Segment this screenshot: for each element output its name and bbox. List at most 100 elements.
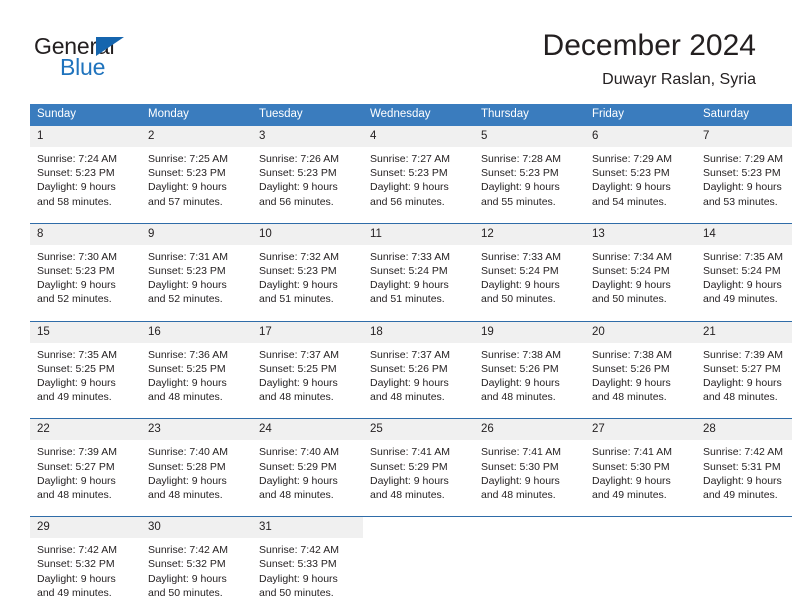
daylight-text-line2: and 49 minutes. <box>592 489 667 502</box>
daylight-text-line2: and 48 minutes. <box>37 489 112 502</box>
day-number: 7 <box>696 126 792 147</box>
day-details: Sunrise: 7:26 AM Sunset: 5:23 PM Dayligh… <box>252 147 363 223</box>
day-cell[interactable]: 1 Sunrise: 7:24 AM Sunset: 5:23 PM Dayli… <box>30 126 141 223</box>
sunset-text: Sunset: 5:23 PM <box>148 265 226 278</box>
sunset-text: Sunset: 5:23 PM <box>703 167 781 180</box>
sunrise-text: Sunrise: 7:33 AM <box>481 250 561 263</box>
day-details: Sunrise: 7:35 AM Sunset: 5:25 PM Dayligh… <box>30 342 141 419</box>
sunrise-text: Sunrise: 7:42 AM <box>259 544 339 557</box>
daylight-text-line1: Daylight: 9 hours <box>259 181 338 194</box>
day-details: Sunrise: 7:40 AM Sunset: 5:29 PM Dayligh… <box>252 440 363 517</box>
day-cell[interactable]: 18 Sunrise: 7:37 AM Sunset: 5:26 PM Dayl… <box>363 320 474 419</box>
sunset-text: Sunset: 5:30 PM <box>592 460 670 473</box>
day-number: 8 <box>30 223 141 245</box>
daylight-text-line2: and 49 minutes. <box>703 489 778 502</box>
day-cell[interactable]: 10 Sunrise: 7:32 AM Sunset: 5:23 PM Dayl… <box>252 222 363 322</box>
sunrise-text: Sunrise: 7:29 AM <box>592 153 672 165</box>
day-cell[interactable]: 21 Sunrise: 7:39 AM Sunset: 5:27 PM Dayl… <box>696 320 792 419</box>
day-cell[interactable]: 29 Sunrise: 7:42 AM Sunset: 5:32 PM Dayl… <box>30 516 141 614</box>
title-block: December 2024 Duwayr Raslan, Syria <box>543 28 756 91</box>
day-cell[interactable]: 8 Sunrise: 7:30 AM Sunset: 5:23 PM Dayli… <box>30 222 141 322</box>
day-number: 24 <box>252 419 363 441</box>
day-cell[interactable]: 12 Sunrise: 7:33 AM Sunset: 5:24 PM Dayl… <box>474 222 585 322</box>
day-number <box>585 517 696 539</box>
daylight-text-line2: and 50 minutes. <box>592 293 667 306</box>
day-cell[interactable]: 2 Sunrise: 7:25 AM Sunset: 5:23 PM Dayli… <box>141 126 252 223</box>
sunset-text: Sunset: 5:29 PM <box>370 460 448 473</box>
day-cell[interactable]: 20 Sunrise: 7:38 AM Sunset: 5:26 PM Dayl… <box>585 320 696 419</box>
daylight-text-line1: Daylight: 9 hours <box>148 377 227 390</box>
day-details: Sunrise: 7:28 AM Sunset: 5:23 PM Dayligh… <box>474 147 585 223</box>
sunrise-text: Sunrise: 7:41 AM <box>481 446 561 459</box>
day-cell[interactable]: 28 Sunrise: 7:42 AM Sunset: 5:31 PM Dayl… <box>696 418 792 517</box>
day-cell[interactable]: 16 Sunrise: 7:36 AM Sunset: 5:25 PM Dayl… <box>141 320 252 419</box>
weekday-header-friday: Friday <box>585 104 696 126</box>
sunset-text: Sunset: 5:32 PM <box>148 558 226 571</box>
day-details: Sunrise: 7:41 AM Sunset: 5:30 PM Dayligh… <box>474 440 585 517</box>
day-cell[interactable]: 23 Sunrise: 7:40 AM Sunset: 5:28 PM Dayl… <box>141 418 252 517</box>
weekday-header-monday: Monday <box>141 104 252 126</box>
day-cell[interactable]: 9 Sunrise: 7:31 AM Sunset: 5:23 PM Dayli… <box>141 222 252 322</box>
day-details: Sunrise: 7:37 AM Sunset: 5:25 PM Dayligh… <box>252 342 363 419</box>
day-cell[interactable]: 14 Sunrise: 7:35 AM Sunset: 5:24 PM Dayl… <box>696 222 792 322</box>
sunset-text: Sunset: 5:24 PM <box>370 265 448 278</box>
day-number: 16 <box>141 321 252 343</box>
sunrise-text: Sunrise: 7:27 AM <box>370 153 450 165</box>
day-cell[interactable]: 30 Sunrise: 7:42 AM Sunset: 5:32 PM Dayl… <box>141 516 252 614</box>
daylight-text-line1: Daylight: 9 hours <box>481 377 560 390</box>
sunset-text: Sunset: 5:29 PM <box>259 460 337 473</box>
day-cell[interactable]: 17 Sunrise: 7:37 AM Sunset: 5:25 PM Dayl… <box>252 320 363 419</box>
sunrise-text: Sunrise: 7:28 AM <box>481 153 561 165</box>
day-cell[interactable]: 26 Sunrise: 7:41 AM Sunset: 5:30 PM Dayl… <box>474 418 585 517</box>
daylight-text-line1: Daylight: 9 hours <box>703 279 782 292</box>
day-details: Sunrise: 7:30 AM Sunset: 5:23 PM Dayligh… <box>30 244 141 321</box>
sunset-text: Sunset: 5:32 PM <box>37 558 115 571</box>
day-cell[interactable]: 3 Sunrise: 7:26 AM Sunset: 5:23 PM Dayli… <box>252 126 363 223</box>
day-cell[interactable]: 31 Sunrise: 7:42 AM Sunset: 5:33 PM Dayl… <box>252 516 363 614</box>
day-details <box>585 538 696 597</box>
daylight-text-line1: Daylight: 9 hours <box>703 181 782 194</box>
daylight-text-line1: Daylight: 9 hours <box>592 377 671 390</box>
daylight-text-line1: Daylight: 9 hours <box>37 181 116 194</box>
day-cell[interactable]: 24 Sunrise: 7:40 AM Sunset: 5:29 PM Dayl… <box>252 418 363 517</box>
sunrise-text: Sunrise: 7:42 AM <box>148 544 228 557</box>
week-row: 15 Sunrise: 7:35 AM Sunset: 5:25 PM Dayl… <box>30 320 792 419</box>
general-blue-logo: General Blue <box>34 33 164 85</box>
day-cell[interactable]: 5 Sunrise: 7:28 AM Sunset: 5:23 PM Dayli… <box>474 126 585 223</box>
sunset-text: Sunset: 5:25 PM <box>148 362 226 375</box>
day-number: 2 <box>141 126 252 147</box>
day-number: 30 <box>141 517 252 539</box>
day-details <box>363 538 474 597</box>
sunrise-text: Sunrise: 7:24 AM <box>37 153 117 165</box>
daylight-text-line2: and 56 minutes. <box>259 195 334 208</box>
daylight-text-line2: and 48 minutes. <box>259 489 334 502</box>
day-cell[interactable]: 19 Sunrise: 7:38 AM Sunset: 5:26 PM Dayl… <box>474 320 585 419</box>
daylight-text-line1: Daylight: 9 hours <box>370 377 449 390</box>
daylight-text-line2: and 50 minutes. <box>148 586 223 599</box>
day-cell[interactable]: 11 Sunrise: 7:33 AM Sunset: 5:24 PM Dayl… <box>363 222 474 322</box>
day-number <box>696 517 792 539</box>
day-cell[interactable]: 13 Sunrise: 7:34 AM Sunset: 5:24 PM Dayl… <box>585 222 696 322</box>
day-cell[interactable]: 6 Sunrise: 7:29 AM Sunset: 5:23 PM Dayli… <box>585 126 696 223</box>
day-cell[interactable]: 25 Sunrise: 7:41 AM Sunset: 5:29 PM Dayl… <box>363 418 474 517</box>
day-number: 22 <box>30 419 141 441</box>
page-header: General Blue December 2024 Duwayr Raslan… <box>0 0 792 100</box>
sunrise-text: Sunrise: 7:41 AM <box>592 446 672 459</box>
day-cell[interactable]: 7 Sunrise: 7:29 AM Sunset: 5:23 PM Dayli… <box>696 126 792 223</box>
day-cell[interactable]: 15 Sunrise: 7:35 AM Sunset: 5:25 PM Dayl… <box>30 320 141 419</box>
day-cell[interactable]: 27 Sunrise: 7:41 AM Sunset: 5:30 PM Dayl… <box>585 418 696 517</box>
daylight-text-line1: Daylight: 9 hours <box>37 377 116 390</box>
day-cell-empty <box>474 516 585 614</box>
day-cell[interactable]: 4 Sunrise: 7:27 AM Sunset: 5:23 PM Dayli… <box>363 126 474 223</box>
day-details: Sunrise: 7:42 AM Sunset: 5:31 PM Dayligh… <box>696 440 792 517</box>
daylight-text-line2: and 58 minutes. <box>37 195 112 208</box>
daylight-text-line2: and 48 minutes. <box>259 391 334 404</box>
daylight-text-line2: and 54 minutes. <box>592 195 667 208</box>
daylight-text-line2: and 50 minutes. <box>259 586 334 599</box>
day-details: Sunrise: 7:40 AM Sunset: 5:28 PM Dayligh… <box>141 440 252 517</box>
day-details: Sunrise: 7:31 AM Sunset: 5:23 PM Dayligh… <box>141 244 252 321</box>
day-cell-empty <box>363 516 474 614</box>
daylight-text-line1: Daylight: 9 hours <box>592 279 671 292</box>
day-cell[interactable]: 22 Sunrise: 7:39 AM Sunset: 5:27 PM Dayl… <box>30 418 141 517</box>
daylight-text-line2: and 48 minutes. <box>703 391 778 404</box>
